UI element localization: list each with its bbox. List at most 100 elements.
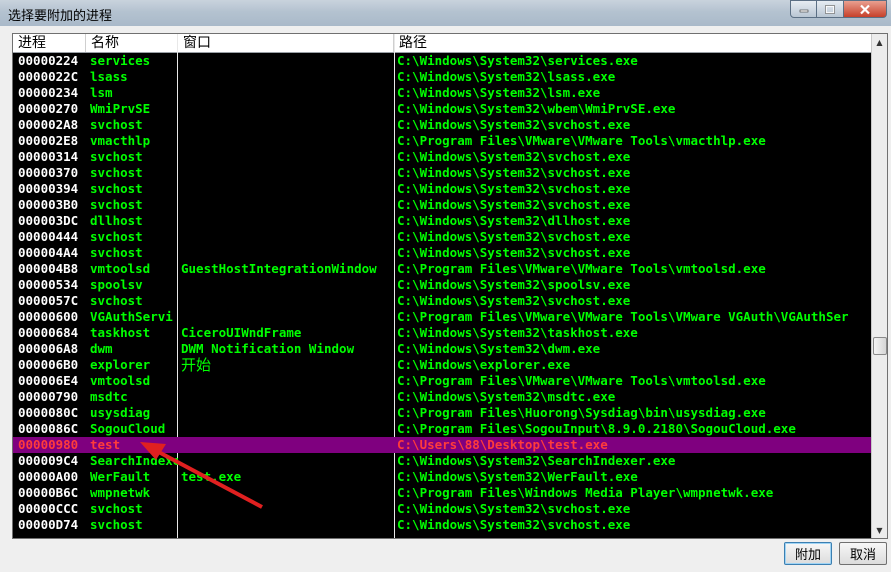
table-row[interactable]: 000006E4 vmtoolsd C:\Program Files\VMware\… — [13, 373, 873, 389]
table-row[interactable]: 000004B8 vmtoolsd GuestHostIntegrationWind… — [13, 261, 873, 277]
window-title-cell: DWM Notification Window — [181, 341, 355, 356]
process-name-cell: msdtc — [90, 389, 128, 404]
cancel-button[interactable]: 取消 — [839, 542, 887, 565]
process-name-cell: services — [90, 53, 151, 68]
process-path-cell: C:\Windows\System32\svchost.exe — [397, 149, 631, 164]
table-row[interactable]: 000004A4 svchost C:\Windows\System32\svcho… — [13, 245, 873, 261]
process-list[interactable]: 进程 名称 窗口 路径 00000224 services C:\Windows\S… — [12, 33, 888, 539]
process-path-cell: C:\Windows\System32\svchost.exe — [397, 517, 631, 532]
window-title-cell — [181, 389, 393, 405]
scroll-down-icon[interactable]: ▼ — [873, 523, 886, 537]
table-row[interactable]: 00000790 msdtc C:\Windows\System32\msdtc.e… — [13, 389, 873, 405]
window-title-cell — [181, 213, 393, 229]
table-row[interactable]: 00000CCC svchost C:\Windows\System32\svcho… — [13, 501, 873, 517]
table-row[interactable]: 00000314 svchost C:\Windows\System32\svcho… — [13, 149, 873, 165]
process-path-cell: C:\Windows\System32\lsm.exe — [397, 85, 601, 100]
maximize-button[interactable] — [817, 0, 844, 18]
process-name-cell: svchost — [90, 165, 143, 180]
table-row[interactable]: 00000600 VGAuthServi C:\Program Files\VMwa… — [13, 309, 873, 325]
process-id-cell: 00000234 — [18, 85, 79, 100]
minimize-icon — [799, 9, 808, 13]
window-title-cell: CiceroUIWndFrame — [181, 325, 302, 340]
window-title-cell — [181, 453, 393, 469]
table-row[interactable]: 00000370 svchost C:\Windows\System32\svcho… — [13, 165, 873, 181]
process-id-cell: 00000980 — [18, 437, 79, 452]
process-id-cell: 000006E4 — [18, 373, 79, 388]
process-id-cell: 000002E8 — [18, 133, 79, 148]
process-id-cell: 00000B6C — [18, 485, 79, 500]
attach-button[interactable]: 附加 — [784, 542, 832, 565]
window-title-cell — [181, 85, 393, 101]
column-header-path[interactable]: 路径 — [394, 34, 873, 52]
table-row[interactable]: 00000394 svchost C:\Windows\System32\svcho… — [13, 181, 873, 197]
window-title-cell — [181, 133, 393, 149]
window-title-cell — [181, 165, 393, 181]
process-id-cell: 00000314 — [18, 149, 79, 164]
table-row[interactable]: 00000684 taskhost CiceroUIWndFrame C:\Windo… — [13, 325, 873, 341]
process-id-cell: 000002A8 — [18, 117, 79, 132]
table-row[interactable]: 000002E8 vmacthlp C:\Program Files\VMware\… — [13, 133, 873, 149]
table-row[interactable]: 00000D74 svchost C:\Windows\System32\svcho… — [13, 517, 873, 533]
process-rows: 00000224 services C:\Windows\System32\serv… — [13, 53, 873, 538]
process-path-cell: C:\Windows\System32\spoolsv.exe — [397, 277, 631, 292]
process-name-cell: lsass — [90, 69, 128, 84]
scrollbar-thumb[interactable] — [873, 337, 887, 355]
process-name-cell: dllhost — [90, 213, 143, 228]
table-row[interactable]: 0000080C usysdiag C:\Program Files\Huorong… — [13, 405, 873, 421]
process-id-cell: 0000022C — [18, 69, 79, 84]
table-row[interactable]: 0000086C SogouCloud C:\Program Files\Sogou… — [13, 421, 873, 437]
process-path-cell: C:\Windows\System32\WerFault.exe — [397, 469, 638, 484]
process-path-cell: C:\Windows\System32\msdtc.exe — [397, 389, 616, 404]
process-name-cell: explorer — [90, 357, 151, 372]
table-row[interactable]: 00000224 services C:\Windows\System32\serv… — [13, 53, 873, 69]
window-title-cell — [181, 373, 393, 389]
column-header-process[interactable]: 进程 — [13, 34, 86, 52]
title-bar[interactable]: 选择要附加的进程 — [0, 0, 891, 26]
table-row[interactable]: 000006A8 dwm DWM Notification Window C:\Win… — [13, 341, 873, 357]
table-row[interactable]: 00000444 svchost C:\Windows\System32\svcho… — [13, 229, 873, 245]
vertical-scrollbar[interactable]: ▲ ▼ — [871, 34, 887, 538]
table-row[interactable]: 00000534 spoolsv C:\Windows\System32\spool… — [13, 277, 873, 293]
table-row[interactable]: 00000A00 WerFault test.exe C:\Windows\Syste… — [13, 469, 873, 485]
process-name-cell: SogouCloud — [90, 421, 166, 436]
process-id-cell: 00000534 — [18, 277, 79, 292]
window-title-cell — [181, 229, 393, 245]
process-name-cell: vmtoolsd — [90, 373, 151, 388]
table-row[interactable]: 000003B0 svchost C:\Windows\System32\svcho… — [13, 197, 873, 213]
process-id-cell: 00000370 — [18, 165, 79, 180]
process-name-cell: spoolsv — [90, 277, 143, 292]
scroll-up-icon[interactable]: ▲ — [873, 35, 886, 49]
table-row[interactable]: 0000022C lsass C:\Windows\System32\lsass.e… — [13, 69, 873, 85]
process-path-cell: C:\Program Files\VMware\VMware Tools\vmt… — [397, 373, 766, 388]
window-title-cell: GuestHostIntegrationWindow — [181, 261, 377, 276]
column-header-window[interactable]: 窗口 — [178, 34, 394, 52]
table-row[interactable]: 00000234 lsm C:\Windows\System32\lsm.exe — [13, 85, 873, 101]
window-title-cell — [181, 517, 393, 533]
process-id-cell: 00000394 — [18, 181, 79, 196]
process-path-cell: C:\Windows\System32\wbem\WmiPrvSE.exe — [397, 101, 676, 116]
table-row[interactable]: 0000057C svchost C:\Windows\System32\svcho… — [13, 293, 873, 309]
table-row[interactable]: 000002A8 svchost C:\Windows\System32\svcho… — [13, 117, 873, 133]
table-row[interactable]: 000009C4 SearchIndexer C:\Windows\System32… — [13, 453, 873, 469]
dialog-client: 进程 名称 窗口 路径 00000224 services C:\Windows\S… — [0, 26, 891, 572]
column-header-name[interactable]: 名称 — [86, 34, 178, 52]
process-name-cell: svchost — [90, 181, 143, 196]
table-row[interactable]: 000006B0 explorer 开始 C:\Windows\explorer.ex… — [13, 357, 873, 373]
process-name-cell: vmtoolsd — [90, 261, 151, 276]
process-id-cell: 00000A00 — [18, 469, 79, 484]
window-title-cell — [181, 293, 393, 309]
process-name-cell: vmacthlp — [90, 133, 151, 148]
table-row[interactable]: 00000B6C wmpnetwk C:\Program Files\Windows… — [13, 485, 873, 501]
table-row[interactable]: 00000980 test C:\Users\88\Desktop\test.exe — [13, 437, 873, 453]
process-name-cell: svchost — [90, 117, 143, 132]
window-title-cell — [181, 421, 393, 437]
table-row[interactable]: 000003DC dllhost C:\Windows\System32\dllho… — [13, 213, 873, 229]
close-button[interactable] — [844, 0, 887, 18]
table-row[interactable]: 00000270 WmiPrvSE C:\Windows\System32\wbem… — [13, 101, 873, 117]
process-name-cell: svchost — [90, 229, 143, 244]
minimize-button[interactable] — [790, 0, 817, 18]
maximize-icon — [825, 4, 835, 14]
process-id-cell: 00000270 — [18, 101, 79, 116]
process-path-cell: C:\Program Files\Huorong\Sysdiag\bin\usy… — [397, 405, 766, 420]
process-id-cell: 000004B8 — [18, 261, 79, 276]
